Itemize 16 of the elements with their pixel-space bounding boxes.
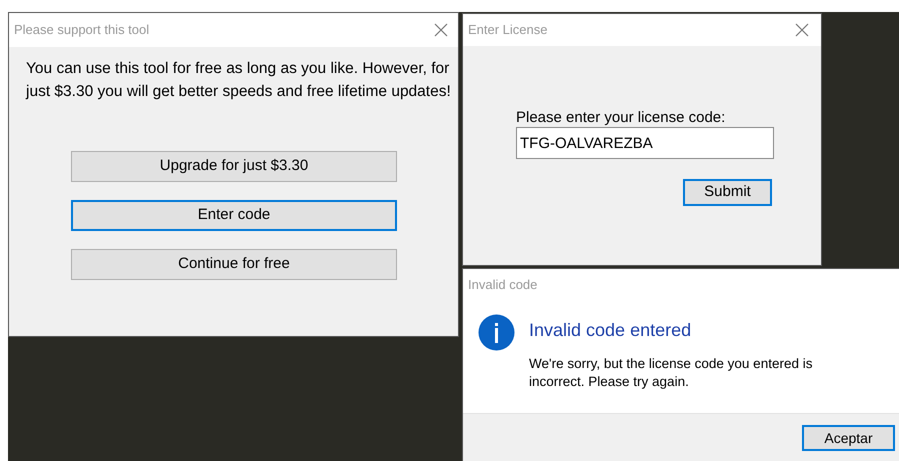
window-title: Please support this tool — [14, 21, 150, 40]
license-input-field[interactable]: TFG-OALVAREZBA — [516, 127, 774, 159]
message-text: You can use this tool for free as long as you like. However, for just $3.30 you will get better speeds and free lifetime updates! — [26, 59, 451, 102]
window-title: Enter License — [468, 21, 548, 40]
close-icon[interactable] — [434, 23, 448, 37]
dialog-heading: Invalid code entered — [529, 319, 692, 342]
close-icon[interactable] — [795, 23, 809, 37]
dialog-button[interactable]: Upgrade for just $3.30 — [71, 151, 397, 182]
submit-button[interactable]: Submit — [683, 179, 772, 206]
message-text: We're sorry, but the license code you entered is incorrect. Please try again. — [529, 355, 814, 391]
window-title: Invalid code — [468, 276, 538, 294]
dialog-button[interactable]: Enter code — [71, 200, 397, 231]
dialog-button[interactable]: Continue for free — [71, 249, 397, 280]
accept-button[interactable]: Aceptar — [802, 425, 895, 451]
info-icon — [478, 314, 515, 351]
field-label: Please enter your license code: — [516, 109, 726, 127]
